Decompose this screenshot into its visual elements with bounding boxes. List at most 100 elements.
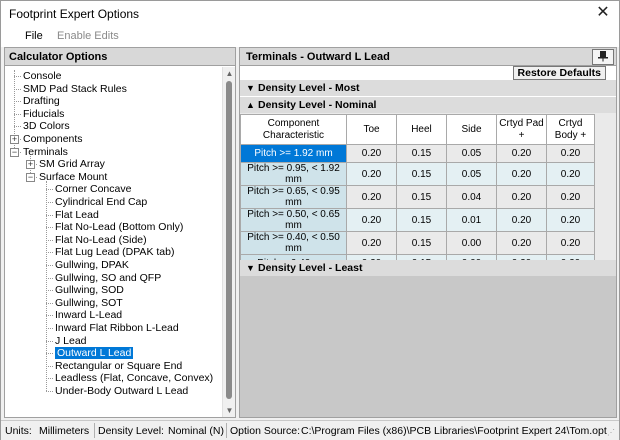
pin-icon[interactable] <box>592 49 614 65</box>
tree-item[interactable]: Fiducials <box>23 108 64 121</box>
tree-item[interactable]: Console <box>23 70 62 83</box>
tree-item[interactable]: Flat Lug Lead (DPAK tab) <box>55 246 174 259</box>
scroll-down-icon[interactable]: ▼ <box>225 406 234 415</box>
tree-item[interactable]: 3D Colors <box>23 120 70 133</box>
value-cell[interactable]: 0.20 <box>346 162 397 186</box>
column-header[interactable]: Heel <box>396 114 447 145</box>
restore-defaults-button[interactable]: Restore Defaults <box>512 66 606 80</box>
collapse-icon[interactable]: − <box>10 147 19 157</box>
value-cell[interactable]: 0.15 <box>396 162 447 186</box>
value-cell[interactable]: 0.20 <box>496 144 547 163</box>
tree-item[interactable]: Gullwing, SOD <box>55 284 124 297</box>
value-cell[interactable]: 0.15 <box>396 144 447 163</box>
table-row: Pitch >= 0.50, < 0.65 mm 0.20 0.15 0.01 0.20… <box>240 208 595 232</box>
status-bar: Units: Millimeters Density Level: Nomina… <box>1 420 619 440</box>
table-row: Pitch >= 0.40, < 0.50 mm 0.20 0.15 0.00 0.20… <box>240 231 595 255</box>
tree-item[interactable]: Gullwing, SOT <box>55 297 123 310</box>
tree-item[interactable]: Drafting <box>23 95 60 108</box>
tree-item[interactable]: Components <box>23 133 83 146</box>
tree-item[interactable]: Inward L-Lead <box>55 309 122 322</box>
resize-grip-icon[interactable]: ⋰ <box>607 428 617 438</box>
density-level-least-section[interactable]: ▼ Density Level - Least <box>240 260 616 276</box>
column-header[interactable]: Side <box>446 114 497 145</box>
tree-guide-line <box>46 189 53 191</box>
tree-guide-line <box>14 76 21 77</box>
scroll-up-icon[interactable]: ▲ <box>225 69 234 78</box>
value-cell[interactable]: 0.20 <box>546 208 595 232</box>
value-cell[interactable]: 0.04 <box>446 185 497 209</box>
tree-guide-line <box>46 277 53 279</box>
collapse-icon[interactable]: − <box>26 172 35 182</box>
tree-item[interactable]: Corner Concave <box>55 183 131 196</box>
column-header[interactable]: Crtyd Body + <box>546 114 595 145</box>
value-cell[interactable]: 0.20 <box>496 162 547 186</box>
value-cell[interactable]: 0.15 <box>396 185 447 209</box>
scroll-thumb[interactable] <box>226 81 232 399</box>
tolerance-grid: Component Characteristic Toe Heel Side Crtyd… <box>240 114 595 273</box>
units-value: Millimeters <box>39 425 90 437</box>
value-cell[interactable]: 0.20 <box>346 231 397 255</box>
value-cell[interactable]: 0.20 <box>346 144 397 163</box>
value-cell[interactable]: 0.20 <box>546 162 595 186</box>
option-source-value: C:\Program Files (x86)\PCB Libraries\Foo… <box>301 425 607 437</box>
tree-item[interactable]: Flat Lead <box>55 209 99 222</box>
value-cell[interactable]: 0.20 <box>546 185 595 209</box>
density-level-nominal-section[interactable]: ▲ Density Level - Nominal <box>240 97 616 113</box>
tree-item[interactable]: Terminals <box>23 146 68 159</box>
tree-guide-line <box>46 290 53 292</box>
value-cell[interactable]: 0.20 <box>346 185 397 209</box>
value-cell[interactable]: 0.20 <box>346 208 397 232</box>
tree-item-label: Console <box>23 70 62 82</box>
row-header-cell: Pitch >= 0.50, < 0.65 mm <box>240 208 347 232</box>
value-cell[interactable]: 0.05 <box>446 162 497 186</box>
tree-item[interactable]: J Lead <box>55 335 87 348</box>
close-icon[interactable]: ✕ <box>593 3 613 23</box>
tree-item[interactable]: Rectangular or Square End <box>55 360 182 373</box>
expand-icon[interactable]: + <box>10 135 19 144</box>
terminal-settings-header: Terminals - Outward L Lead <box>240 48 616 66</box>
value-cell[interactable]: 0.05 <box>446 144 497 163</box>
tree-item-label: J Lead <box>55 334 87 347</box>
tree-item[interactable]: SMD Pad Stack Rules <box>23 83 127 96</box>
menu-enable-edits[interactable]: Enable Edits <box>57 30 119 42</box>
row-header-cell: Pitch >= 0.65, < 0.95 mm <box>240 185 347 209</box>
tree-item[interactable]: Cylindrical End Cap <box>55 196 147 209</box>
value-cell[interactable]: 0.01 <box>446 208 497 232</box>
density-level-most-section[interactable]: ▼ Density Level - Most <box>240 80 616 96</box>
tree-guide-line <box>46 202 53 203</box>
value-cell[interactable]: 0.15 <box>396 231 447 255</box>
tree-item[interactable]: Flat No-Lead (Side) <box>55 234 147 247</box>
tree-item[interactable]: Flat No-Lead (Bottom Only) <box>55 221 183 234</box>
tree-item[interactable]: Outward L Lead <box>55 347 134 360</box>
tree-item[interactable]: Under-Body Outward L Lead <box>55 385 188 398</box>
tree-item[interactable]: Leadless (Flat, Concave, Convex) <box>55 372 213 385</box>
tree-item-label: Gullwing, SOT <box>55 296 123 309</box>
column-header[interactable]: Toe <box>346 114 397 145</box>
table-row: Pitch >= 0.95, < 1.92 mm 0.20 0.15 0.05 0.20… <box>240 162 595 186</box>
tree-item[interactable]: Gullwing, DPAK <box>55 259 129 272</box>
value-cell[interactable]: 0.20 <box>546 144 595 163</box>
value-cell[interactable]: 0.20 <box>496 231 547 255</box>
expand-icon[interactable]: + <box>26 160 35 170</box>
tree-item-label: Leadless (Flat, Concave, Convex) <box>55 372 214 385</box>
window-title: Footprint Expert Options <box>9 7 140 21</box>
value-cell[interactable]: 0.20 <box>496 208 547 232</box>
column-header[interactable]: Crtyd Pad + <box>496 114 547 145</box>
tree-item[interactable]: SM Grid Array <box>39 158 105 171</box>
terminal-settings-panel: Terminals - Outward L Lead Restore Defau… <box>239 47 617 418</box>
menu-file[interactable]: File <box>25 30 43 42</box>
tree-item-label: Outward L Lead <box>55 347 134 360</box>
tree-item[interactable]: Inward Flat Ribbon L-Lead <box>55 322 179 335</box>
options-tree: Console SMD Pad Stack Rules Drafting Fiduci… <box>5 67 223 417</box>
density-most-label: Density Level - Most <box>258 82 360 94</box>
value-cell[interactable]: 0.20 <box>546 231 595 255</box>
tree-guide-line <box>14 126 21 128</box>
tree-scrollbar[interactable]: ▲ ▼ <box>222 67 235 417</box>
value-cell[interactable]: 0.20 <box>496 185 547 209</box>
tree-item[interactable]: Surface Mount <box>39 171 107 184</box>
tree-item-label: Inward L-Lead <box>55 309 123 322</box>
tree-item[interactable]: Gullwing, SO and QFP <box>55 272 161 285</box>
value-cell[interactable]: 0.00 <box>446 231 497 255</box>
column-header[interactable]: Component Characteristic <box>240 114 347 145</box>
value-cell[interactable]: 0.15 <box>396 208 447 232</box>
